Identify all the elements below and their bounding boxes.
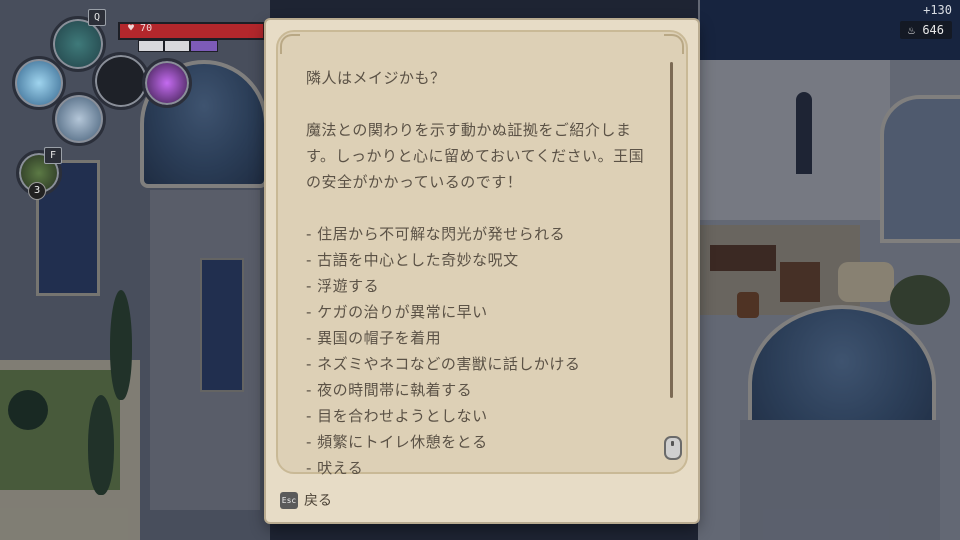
note-title: 隣人はメイジかも？ [306,69,446,87]
ornament-corner [280,34,300,54]
health-bar: ♥ 70 [118,22,272,40]
back-button[interactable]: Esc 戻る [280,490,332,510]
void-orb-skill-icon[interactable] [142,58,192,108]
note-list-item: - ネズミやネコなどの害獣に話しかける [306,355,581,373]
mouse-scroll-icon [664,436,682,460]
note-body: 隣人はメイジかも？ 魔法との関わりを示す動かぬ証拠をご紹介します。しっかりと心に… [306,65,651,489]
mana-segment [164,40,190,52]
note-intro: 魔法との関わりを示す動かぬ証拠をご紹介します。しっかりと心に留めておいてください… [306,121,645,191]
mana-segment [138,40,164,52]
item-count-badge: 3 [28,182,46,200]
note-list-item: - ケガの治りが異常に早い [306,303,488,321]
parchment-note-dialog: 隣人はメイジかも？ 魔法との関わりを示す動かぬ証拠をご紹介します。しっかりと心に… [266,20,698,522]
note-list: - 住居から不可解な閃光が発せられる - 古語を中心とした奇妙な呪文 - 浮遊する -… [306,221,651,481]
note-list-item: - 目を合わせようとしない [306,407,488,425]
back-label: 戻る [304,493,332,509]
health-value: ♥ 70 [128,23,153,34]
note-list-item: - 夜の時間帯に執着する [306,381,473,399]
currency-display: +130 ♨ 646 [834,3,952,39]
currency-gain: +130 [923,3,952,17]
skill-keycap-q: Q [88,9,106,26]
player-hud: Q ♥ 70 F 3 [0,0,272,220]
item-keycap-f: F [44,147,62,164]
wind-ring-skill-icon[interactable] [52,92,106,146]
note-list-item: - 吠える [306,459,364,477]
note-list-item: - 異国の帽子を着用 [306,329,442,347]
esc-keycap: Esc [280,491,298,509]
note-list-item: - 頻繁にトイレ休憩をとる [306,433,488,451]
health-number: 70 [140,23,153,34]
scrollbar[interactable] [670,62,673,398]
note-list-item: - 浮遊する [306,277,380,295]
mana-segment-charged [190,40,218,52]
coin-pouch-icon: ♨ [907,23,916,37]
currency-amount: 646 [922,23,944,37]
note-list-item: - 古語を中心とした奇妙な呪文 [306,251,519,269]
currency-box: ♨ 646 [899,21,952,39]
note-list-item: - 住居から不可解な閃光が発せられる [306,225,566,243]
